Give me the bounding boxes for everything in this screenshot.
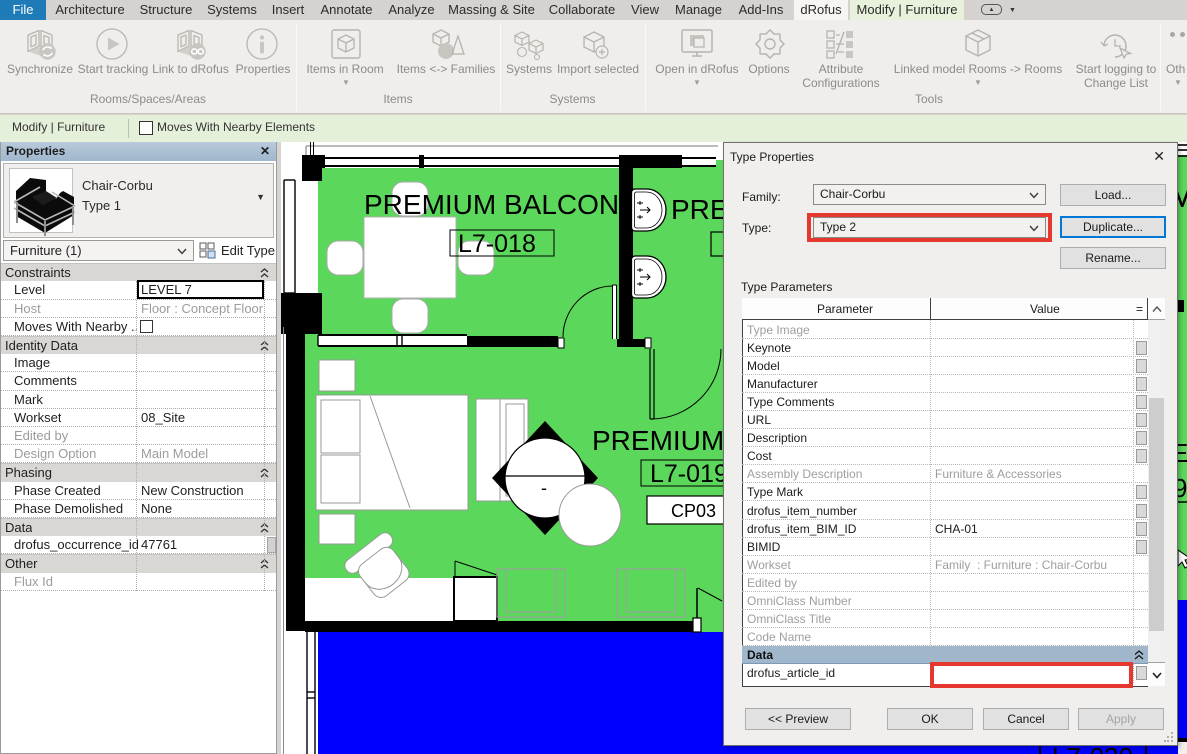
svg-text:PREMIUM: PREMIUM bbox=[592, 425, 724, 456]
svg-text:PREMIUM BALCONY: PREMIUM BALCONY bbox=[364, 189, 638, 220]
svg-text:CP03: CP03 bbox=[671, 501, 716, 521]
svg-text:L7-018: L7-018 bbox=[458, 230, 536, 258]
svg-text:-: - bbox=[541, 478, 547, 498]
svg-text:L7-019: L7-019 bbox=[650, 460, 728, 488]
